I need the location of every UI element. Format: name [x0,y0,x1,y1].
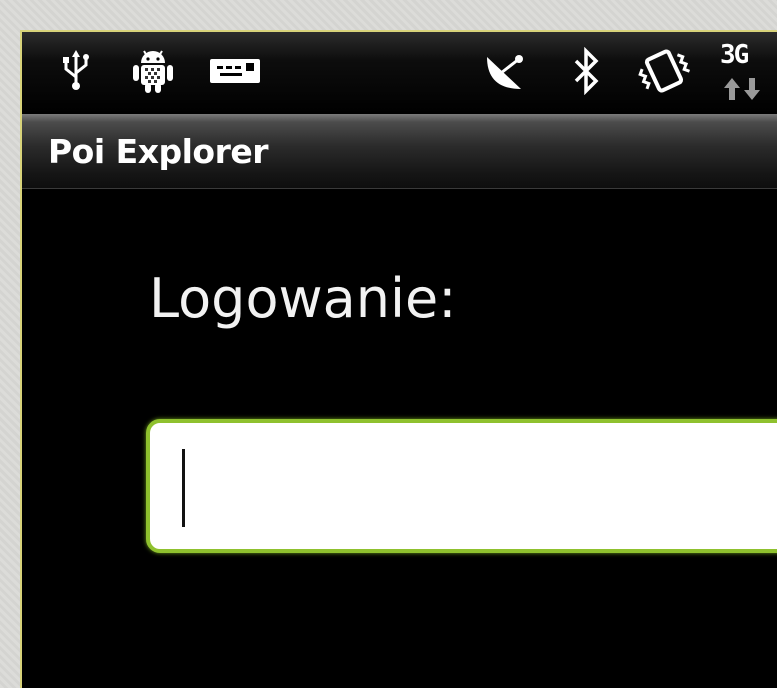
login-label: Logowanie: [149,267,457,330]
usb-icon [56,46,96,96]
app-title: Poi Explorer [48,132,269,171]
data-arrows-icon [724,78,760,100]
vibrate-icon [636,46,692,96]
network-3g-icon: 3G [718,38,777,108]
text-cursor [182,449,185,527]
sd-card-icon [208,46,262,96]
satellite-dish-icon [480,46,528,96]
device-frame: 3G Poi Explorer Logowanie: [0,0,777,688]
phone-screen: 3G Poi Explorer Logowanie: [20,30,777,688]
bluetooth-icon [570,46,602,96]
network-type-label: 3G [720,40,749,70]
android-debug-icon [130,46,176,96]
status-bar: 3G [22,32,777,114]
app-title-bar: Poi Explorer [22,114,777,189]
login-input-field[interactable] [146,419,777,553]
login-content: Logowanie: [22,189,777,688]
